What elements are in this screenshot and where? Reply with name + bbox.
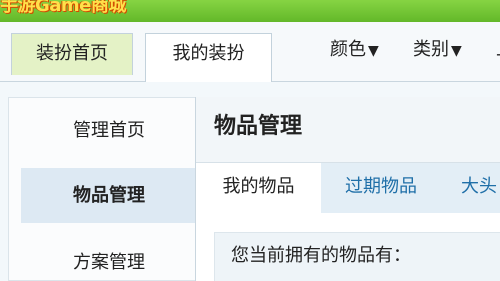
color-filter-dropdown[interactable]: 颜色 ▼ [330,37,379,64]
main-panel: 物品管理 我的物品 过期物品 大头 您当前拥有的物品有： [195,97,500,281]
top-banner: 手游Game商城 [0,0,500,22]
color-filter-label: 颜色 [330,39,366,60]
subtab-big-head[interactable]: 大头 [441,163,500,213]
category-filter-dropdown[interactable]: 类别 ▼ [413,37,462,64]
subtab-my-items[interactable]: 我的物品 [196,163,321,213]
tab-dressup-home[interactable]: 装扮首页 [11,33,133,75]
tab-strip: 装扮首页 我的装扮 颜色▼ 类别▼ 上 [0,22,500,82]
subtab-expired-items[interactable]: 过期物品 [321,163,441,213]
tab-my-dressup[interactable]: 我的装扮 [145,33,272,82]
category-filter-label: 类别 [413,39,449,60]
page-title: 物品管理 [214,114,303,139]
caret-down-icon: ▼ [451,43,462,59]
main-header: 物品管理 [196,97,500,163]
site-logo-title: 手游Game商城 [0,0,126,16]
subtab-row: 我的物品 过期物品 大头 [196,163,500,213]
items-summary-text: 您当前拥有的物品有： [231,245,411,266]
sidebar-item-plan-management[interactable]: 方案管理 [21,235,197,281]
sidebar: 管理首页 物品管理 方案管理 [0,97,197,281]
caret-down-icon: ▼ [368,43,379,59]
sidebar-item-item-management[interactable]: 物品管理 [21,168,197,223]
sidebar-panel: 管理首页 物品管理 方案管理 [8,97,197,281]
sidebar-item-manage-home[interactable]: 管理首页 [21,103,197,158]
more-filter[interactable]: 上 [496,37,500,63]
items-summary-box: 您当前拥有的物品有： [214,232,500,281]
